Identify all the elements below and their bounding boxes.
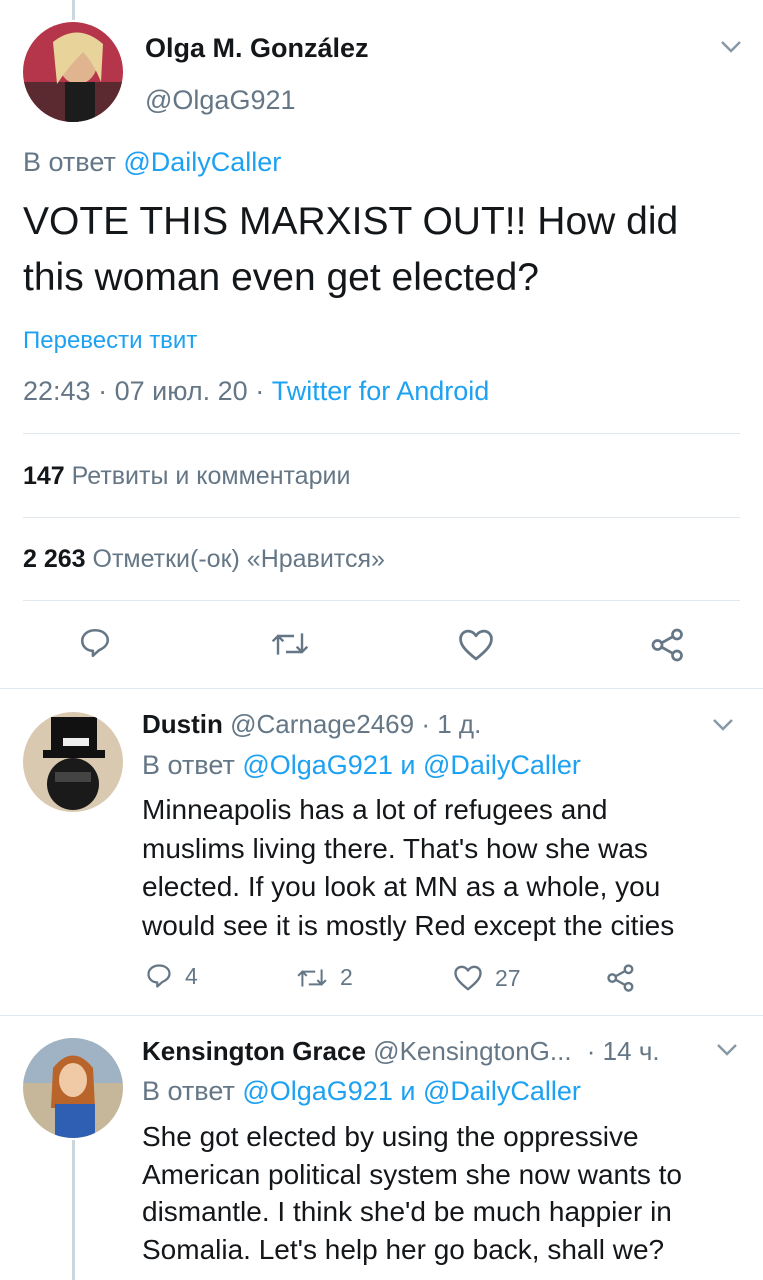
like-button[interactable]: 27 [453, 964, 521, 992]
chevron-down-icon[interactable] [720, 40, 742, 54]
retweets-label: Ретвиты и комментарии [71, 462, 351, 490]
reply-text-line: muslims living there. That's how she was [142, 832, 648, 864]
avatar-olga[interactable] [23, 22, 123, 122]
heart-icon [459, 629, 493, 661]
reply-context: В ответ @OlgaG921 и @DailyCaller [142, 1076, 581, 1107]
divider [23, 433, 740, 434]
reply-button[interactable]: 4 [145, 962, 198, 990]
reply-text-line: would see it is mostly Red except the ci… [142, 909, 675, 941]
reply-time[interactable]: · 1 д. [421, 709, 481, 739]
reply-author-name[interactable]: Dustin [142, 709, 223, 739]
chevron-down-icon[interactable] [712, 718, 734, 732]
like-count: 27 [495, 964, 521, 991]
tweet-text: VOTE THIS MARXIST OUT!! How did this wom… [23, 194, 678, 306]
reply-author-name[interactable]: Kensington Grace [142, 1036, 366, 1066]
divider [0, 1015, 763, 1016]
tweet-time[interactable]: 22:43 [23, 376, 91, 406]
reply-prefix: В ответ [142, 750, 235, 780]
mention-dailycaller[interactable]: @DailyCaller [423, 750, 581, 780]
divider [23, 517, 740, 518]
likes-label: Отметки(-ок) «Нравится» [92, 545, 385, 573]
reply-text-line: dismantle. I think she'd be much happier… [142, 1196, 672, 1227]
tweet-date[interactable]: 07 июл. 20 [115, 376, 248, 406]
reply-text-line: elected. If you look at MN as a whole, y… [142, 871, 661, 902]
reply-prefix: В ответ [142, 1076, 235, 1106]
mention-and: и [400, 1076, 416, 1106]
reply-text: She got elected by using the oppressive … [142, 1118, 682, 1268]
author-name[interactable]: Olga M. González [145, 33, 369, 64]
author-handle[interactable]: @OlgaG921 [145, 85, 296, 116]
thread-line-top [72, 0, 75, 20]
reply-header: Dustin @Carnage2469 · 1 д. [142, 709, 481, 740]
reply-text-line: American political system she now wants … [142, 1158, 682, 1190]
mention-and: и [400, 750, 416, 780]
avatar-kensington[interactable] [23, 1038, 123, 1138]
meta-separator: · [98, 376, 108, 406]
avatar-dustin[interactable] [23, 712, 123, 812]
thread-line-bottom [72, 1140, 75, 1280]
share-button[interactable] [606, 963, 636, 993]
retweet-button[interactable] [270, 628, 310, 660]
reply-text-line: Somalia. Let's help her go back, shall w… [142, 1233, 665, 1265]
reply-prefix: В ответ [23, 147, 116, 177]
divider [23, 600, 740, 601]
reply-time[interactable]: · 14 ч. [587, 1036, 660, 1066]
tweet-text-line: VOTE THIS MARXIST OUT!! How did [23, 200, 679, 243]
divider [0, 688, 763, 689]
meta-separator: · [255, 376, 265, 406]
mention-olga[interactable]: @OlgaG921 [242, 1076, 393, 1106]
reply-icon [80, 628, 110, 658]
retweets-count: 147 [23, 462, 65, 490]
reply-context: В ответ @OlgaG921 и @DailyCaller [142, 750, 581, 781]
chevron-down-icon[interactable] [716, 1043, 738, 1057]
mention-dailycaller[interactable]: @DailyCaller [423, 1076, 581, 1106]
share-button[interactable] [650, 627, 686, 663]
reply-header: Kensington Grace @KensingtonG... · 14 ч. [142, 1036, 660, 1067]
reply-context: В ответ @DailyCaller [23, 147, 281, 178]
reply-button[interactable] [78, 626, 112, 660]
share-icon [651, 628, 683, 662]
tweet-meta: 22:43 · 07 июл. 20 · Twitter for Android [23, 376, 489, 407]
reply-author-handle[interactable]: @Carnage2469 [230, 709, 414, 739]
reply-icon [147, 964, 171, 988]
mention-dailycaller[interactable]: @DailyCaller [123, 147, 281, 177]
translate-link[interactable]: Перевести твит [23, 327, 197, 355]
like-button[interactable] [457, 628, 495, 662]
retweets-stat[interactable]: 147 Ретвиты и комментарии [23, 462, 350, 491]
tweet-source[interactable]: Twitter for Android [272, 376, 490, 406]
reply-text-line: She got elected by using the oppressive [142, 1121, 639, 1152]
reply-author-handle[interactable]: @KensingtonG... [373, 1036, 571, 1066]
retweet-count: 2 [340, 964, 353, 990]
reply-text: Minneapolis has a lot of refugees and mu… [142, 791, 674, 945]
likes-stat[interactable]: 2 263 Отметки(-ок) «Нравится» [23, 545, 385, 574]
mention-olga[interactable]: @OlgaG921 [242, 750, 393, 780]
retweet-icon [271, 633, 309, 655]
retweet-icon [297, 968, 327, 987]
share-icon [607, 964, 634, 992]
retweet-button[interactable]: 2 [296, 964, 353, 991]
heart-icon [454, 965, 482, 991]
reply-text-line: Minneapolis has a lot of refugees and [142, 794, 608, 825]
tweet-text-line: this woman even get elected? [23, 256, 539, 299]
likes-count: 2 263 [23, 545, 86, 573]
reply-count: 4 [185, 962, 198, 989]
